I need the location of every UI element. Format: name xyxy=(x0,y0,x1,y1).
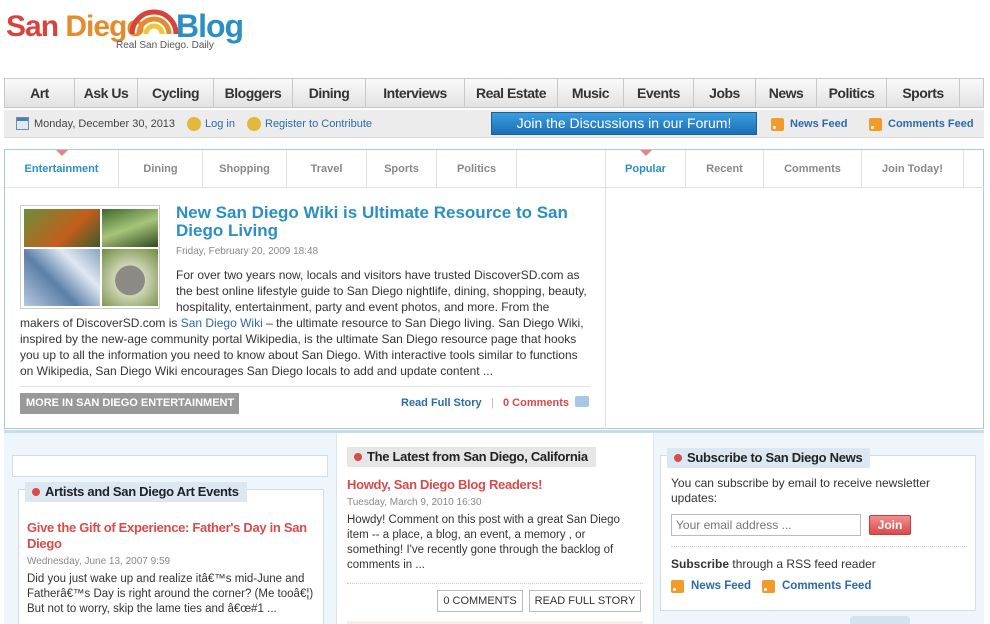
search-input[interactable] xyxy=(12,455,328,477)
latest-column: The Latest from San Diego, California Ho… xyxy=(336,433,654,624)
nav-item-art[interactable]: Art xyxy=(5,79,75,107)
san-diego-wiki-link[interactable]: San Diego Wiki xyxy=(181,316,263,330)
logo-text-san-diego: San Diego xyxy=(6,10,145,44)
comments-link[interactable]: 0 Comments xyxy=(503,397,569,409)
calendar-icon xyxy=(16,117,29,130)
latest-article-title[interactable]: Howdy, San Diego Blog Readers! xyxy=(347,477,542,493)
comments-feed-link[interactable]: Comments Feed xyxy=(888,118,974,130)
lower-section: Artists and San Diego Art Events Give th… xyxy=(4,430,984,624)
article-footer: MORE IN SAN DIEGO ENTERTAINMENT Read Ful… xyxy=(20,386,590,414)
join-button[interactable]: Join xyxy=(869,515,911,535)
utility-bar: Monday, December 30, 2013 Log in Registe… xyxy=(4,110,984,138)
sidebar-tabs: Popular Recent Comments Join Today! xyxy=(605,150,985,188)
nav-item-events[interactable]: Events xyxy=(624,79,694,107)
featured-article-body: For over two years now, locals and visit… xyxy=(20,267,590,379)
subscribe-column: Subscribe to San Diego News You can subs… xyxy=(658,433,976,624)
featured-article-date: Friday, February 20, 2009 18:48 xyxy=(176,246,319,257)
comments-button[interactable]: 0 COMMENTS xyxy=(437,590,523,612)
key-icon xyxy=(247,117,261,131)
thumbnail-image xyxy=(102,209,158,247)
logo-part-san: San xyxy=(6,10,66,43)
art-events-box: Artists and San Diego Art Events Give th… xyxy=(18,482,324,624)
article-body-text: makers of DiscoverSD.com is xyxy=(20,316,181,330)
more-entertainment-button[interactable]: MORE IN SAN DIEGO ENTERTAINMENT xyxy=(20,393,239,414)
featured-article-title[interactable]: New San Diego Wiki is Ultimate Resource … xyxy=(176,204,576,240)
nav-item-music[interactable]: Music xyxy=(558,79,624,107)
divider xyxy=(671,546,967,547)
site-logo[interactable]: San Diego Blog Real San Diego. Daily xyxy=(6,4,246,64)
tab-politics[interactable]: Politics xyxy=(437,150,517,188)
article-body-text: For over two years now, locals and visit… xyxy=(176,268,587,314)
comments-feed-link[interactable]: Comments Feed xyxy=(782,580,871,592)
divider xyxy=(347,583,643,584)
nav-item-ask-us[interactable]: Ask Us xyxy=(75,79,138,107)
tab-sports[interactable]: Sports xyxy=(367,150,437,188)
featured-section: Entertainment Dining Shopping Travel Spo… xyxy=(4,149,985,429)
comment-bubble-icon xyxy=(575,396,589,407)
rss-icon xyxy=(671,580,684,593)
art-article-title[interactable]: Give the Gift of Experience: Father's Da… xyxy=(27,520,317,552)
current-date: Monday, December 30, 2013 xyxy=(34,118,176,130)
rss-description-text: through a RSS feed reader xyxy=(729,557,876,571)
news-feed-link[interactable]: News Feed xyxy=(790,118,847,130)
news-feed-link[interactable]: News Feed xyxy=(691,580,751,592)
subscribe-box: Subscribe to San Diego News You can subs… xyxy=(660,448,976,611)
nav-item-bloggers[interactable]: Bloggers xyxy=(214,79,293,107)
read-full-story-button[interactable]: READ FULL STORY xyxy=(529,590,641,612)
nav-item-interviews[interactable]: Interviews xyxy=(366,79,465,107)
login-link[interactable]: Log in xyxy=(205,118,235,130)
rss-icon xyxy=(762,580,775,593)
latest-heading: The Latest from San Diego, California xyxy=(347,447,596,467)
tab-dining[interactable]: Dining xyxy=(119,150,203,188)
logo-tagline: Real San Diego. Daily xyxy=(116,40,214,51)
tab-travel[interactable]: Travel xyxy=(287,150,367,188)
tab-join-today[interactable]: Join Today! xyxy=(862,150,964,188)
nav-item-jobs[interactable]: Jobs xyxy=(694,79,756,107)
register-link[interactable]: Register to Contribute xyxy=(265,118,372,130)
page: San Diego Blog Real San Diego. Daily Art… xyxy=(0,0,990,624)
art-article-date: Wednesday, June 13, 2007 9:59 xyxy=(27,556,171,567)
rss-icon xyxy=(869,118,882,131)
nav-item-dining[interactable]: Dining xyxy=(293,79,366,107)
art-article-body: Did you just wake up and realize itâ€™s … xyxy=(27,573,314,615)
nav-item-politics[interactable]: Politics xyxy=(817,79,887,107)
divider xyxy=(850,616,910,624)
tab-recent[interactable]: Recent xyxy=(686,150,764,188)
latest-article-date: Tuesday, March 9, 2010 16:30 xyxy=(347,497,482,508)
thumbnail-image xyxy=(24,209,100,247)
forum-button[interactable]: Join the Discussions in our Forum! xyxy=(491,112,757,135)
tab-popular[interactable]: Popular xyxy=(606,150,686,188)
category-tabs: Entertainment Dining Shopping Travel Spo… xyxy=(5,150,605,188)
email-field[interactable] xyxy=(671,514,861,536)
nav-item-sports[interactable]: Sports xyxy=(887,79,960,107)
tab-comments[interactable]: Comments xyxy=(764,150,862,188)
nav-item-cycling[interactable]: Cycling xyxy=(138,79,214,107)
rss-description: Subscribe through a RSS feed reader xyxy=(671,557,876,571)
tab-shopping[interactable]: Shopping xyxy=(203,150,287,188)
latest-article-body: Howdy! Comment on this post with a great… xyxy=(347,514,620,571)
main-nav: Art Ask Us Cycling Bloggers Dining Inter… xyxy=(4,78,984,108)
separator: | xyxy=(491,397,494,409)
sidebar-tab-content xyxy=(605,188,985,429)
sun-arc-icon xyxy=(129,9,179,34)
rss-icon xyxy=(771,118,784,131)
subscribe-heading: Subscribe to San Diego News xyxy=(667,448,871,468)
nav-item-real-estate[interactable]: Real Estate xyxy=(465,79,558,107)
key-icon xyxy=(187,117,201,131)
art-events-heading: Artists and San Diego Art Events xyxy=(25,482,247,502)
subscribe-description: You can subscribe by email to receive ne… xyxy=(671,476,931,505)
read-full-story-link[interactable]: Read Full Story xyxy=(401,397,482,409)
tab-entertainment[interactable]: Entertainment xyxy=(5,150,119,188)
nav-item-news[interactable]: News xyxy=(756,79,817,107)
rss-description-strong: Subscribe xyxy=(671,557,730,571)
